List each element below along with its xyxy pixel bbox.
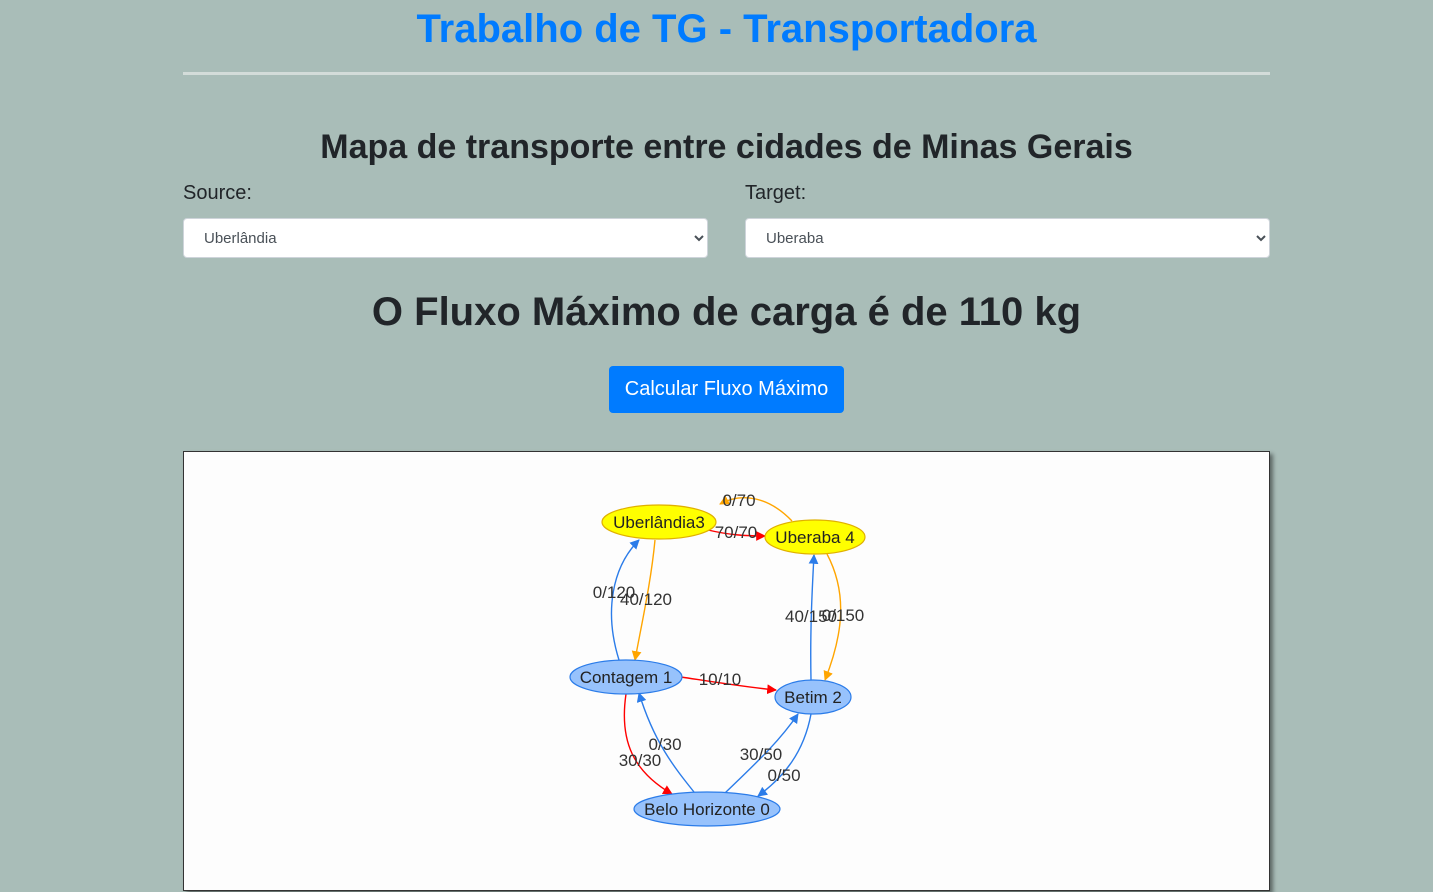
title-divider xyxy=(183,72,1270,75)
target-field: Target: Uberaba xyxy=(745,180,1270,258)
node-label-uberlandia: Uberlândia3 xyxy=(613,513,705,532)
edge-label-uberaba-to-uberlandia: 0/70 xyxy=(722,491,755,510)
network-graph-panel[interactable]: 0/70 70/70 0/120 40/120 40/150 0/150 10/10 0/30… xyxy=(183,451,1270,891)
node-label-betim: Betim 2 xyxy=(784,688,842,707)
target-select[interactable]: Uberaba xyxy=(745,218,1270,258)
node-label-uberaba: Uberaba 4 xyxy=(775,528,854,547)
network-graph[interactable]: 0/7070/700/12040/12040/1500/15010/100/30… xyxy=(184,452,1269,892)
node-uberaba[interactable]: Uberaba 4 xyxy=(764,519,866,555)
source-select[interactable]: Uberlândia xyxy=(183,218,708,258)
node-uberlandia[interactable]: Uberlândia3 xyxy=(601,504,717,540)
edge-label-uberlandia-to-uberaba: 70/70 xyxy=(715,523,758,542)
source-label: Source: xyxy=(183,182,252,204)
edge-label-uberaba-to-betim: 0/150 xyxy=(822,606,865,625)
edge-label-bh-to-betim: 30/50 xyxy=(740,745,783,764)
map-heading: Mapa de transporte entre cidades de Mina… xyxy=(320,128,1133,166)
edge-label-betim-to-bh: 0/50 xyxy=(767,766,800,785)
edge-label-uberlandia-to-contagem: 40/120 xyxy=(620,590,672,609)
calculate-max-flow-button[interactable]: Calcular Fluxo Máximo xyxy=(609,366,844,413)
node-bh[interactable]: Belo Horizonte 0 xyxy=(633,791,781,827)
node-betim[interactable]: Betim 2 xyxy=(774,679,852,715)
max-flow-result: O Fluxo Máximo de carga é de 110 kg xyxy=(371,290,1082,334)
node-label-bh: Belo Horizonte 0 xyxy=(644,800,770,819)
edge-label-contagem-to-betim: 10/10 xyxy=(699,670,742,689)
source-field: Source: Uberlândia xyxy=(183,180,708,258)
target-label: Target: xyxy=(745,182,807,204)
node-label-contagem: Contagem 1 xyxy=(580,668,673,687)
app-title: Trabalho de TG - Transportadora xyxy=(416,7,1037,51)
node-contagem[interactable]: Contagem 1 xyxy=(569,659,683,695)
edge-label-contagem-to-bh: 30/30 xyxy=(619,751,662,770)
